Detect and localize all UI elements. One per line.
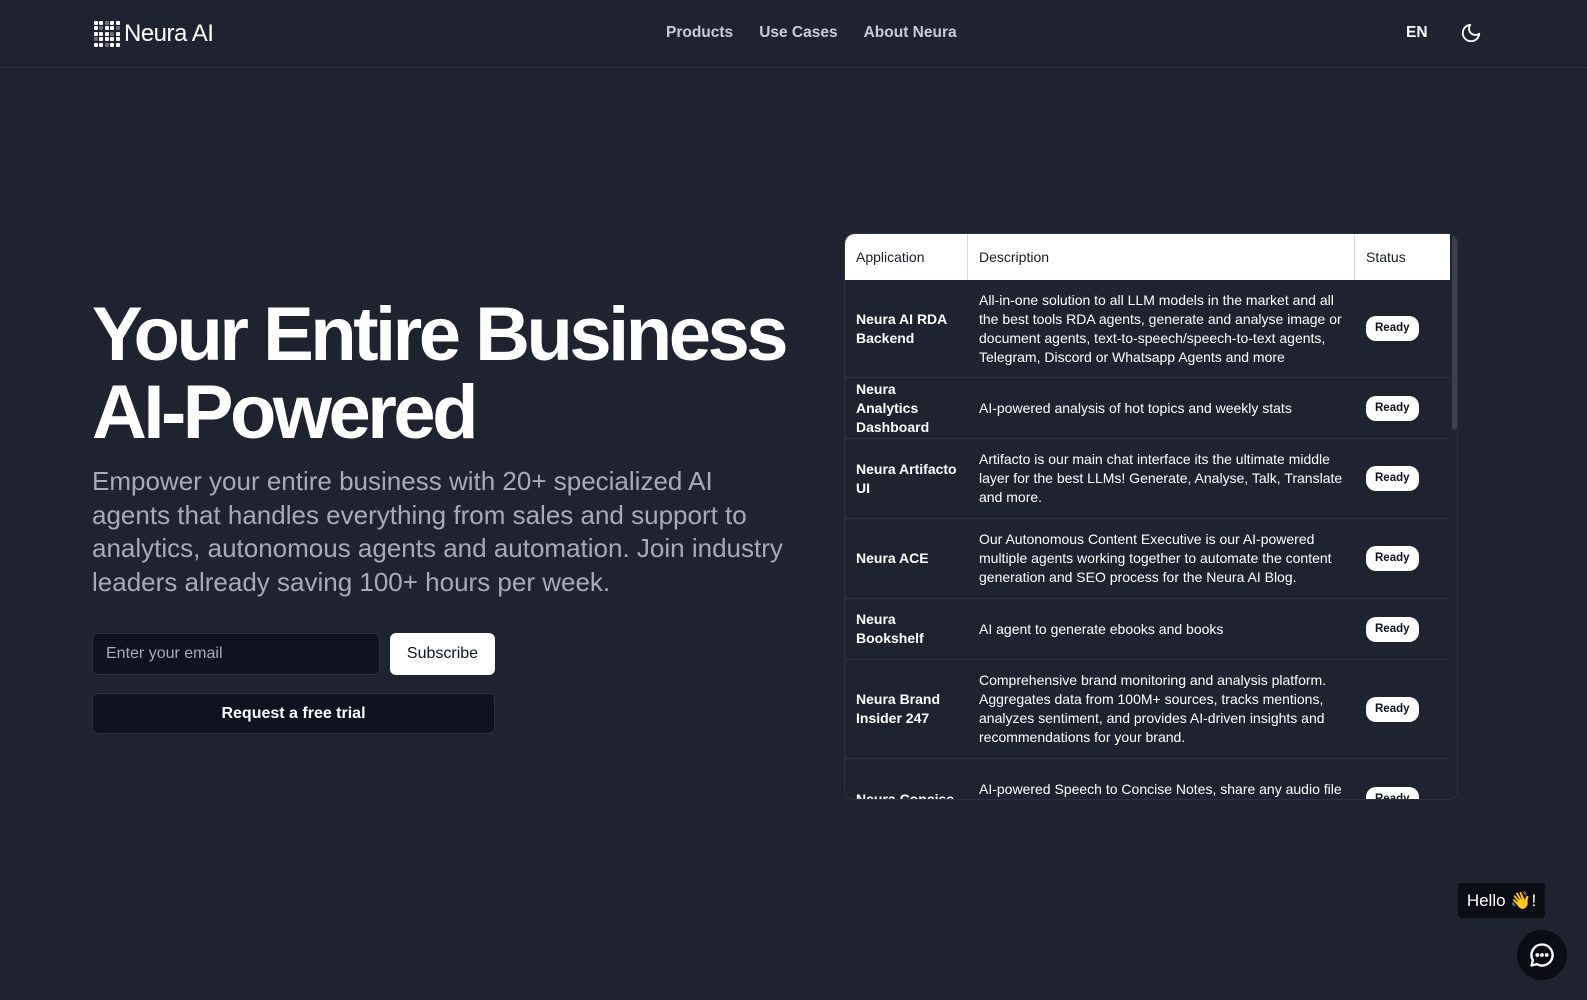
- hero-title: Your Entire Business AI-Powered: [92, 296, 812, 452]
- app-description: Artifacto is our main chat interface its…: [979, 451, 1343, 505]
- nav-about-neura[interactable]: About Neura: [864, 24, 957, 42]
- nav-use-cases[interactable]: Use Cases: [759, 24, 837, 42]
- app-name: Neura Concise: [856, 790, 955, 800]
- table-row: Neura Concise AI-powered Speech to Conci…: [845, 759, 1450, 800]
- status-cell: Ready: [1355, 660, 1450, 758]
- status-cell: Ready: [1355, 519, 1450, 598]
- request-trial-button[interactable]: Request a free trial: [92, 693, 495, 734]
- page: Neura AI Products Use Cases About Neura …: [0, 0, 1587, 1000]
- theme-toggle-button[interactable]: [1460, 22, 1482, 44]
- hero-subtitle: Empower your entire business with 20+ sp…: [92, 466, 783, 597]
- table-row: Neura Bookshelf AI agent to generate ebo…: [845, 599, 1450, 660]
- chat-launcher-button[interactable]: [1517, 930, 1567, 980]
- app-description: All-in-one solution to all LLM models in…: [979, 291, 1342, 365]
- status-badge: Ready: [1366, 395, 1419, 421]
- logo-text: Neura AI: [124, 20, 214, 47]
- table-row: Neura Analytics Dashboard AI-powered ana…: [845, 378, 1450, 439]
- app-name: Neura AI RDA Backend: [856, 310, 947, 346]
- applications-table[interactable]: Application Description Status Neura AI …: [844, 233, 1458, 800]
- app-name: Neura Brand Insider 247: [856, 691, 941, 726]
- app-description: AI-powered Speech to Concise Notes, shar…: [979, 781, 1342, 797]
- status-cell: Ready: [1355, 759, 1450, 799]
- nav-products[interactable]: Products: [666, 24, 733, 42]
- table-row: Neura Artifacto UI Artifacto is our main…: [845, 439, 1450, 519]
- email-input[interactable]: [92, 633, 380, 675]
- status-badge: Ready: [1366, 696, 1419, 722]
- header-description: Description: [968, 234, 1355, 280]
- chat-bubble-icon: [1530, 943, 1554, 967]
- table-row: Neura ACE Our Autonomous Content Executi…: [845, 519, 1450, 599]
- table-row: Neura Brand Insider 247 Comprehensive br…: [845, 660, 1450, 759]
- status-badge: Ready: [1366, 786, 1419, 799]
- table-body: Neura AI RDA Backend All-in-one solution…: [845, 280, 1450, 800]
- app-description: AI-powered analysis of hot topics and we…: [979, 399, 1292, 416]
- hero-title-line2: AI-Powered: [92, 370, 479, 455]
- app-name: Neura Artifacto UI: [856, 460, 957, 496]
- app-description: Comprehensive brand monitoring and analy…: [979, 672, 1327, 745]
- status-badge: Ready: [1366, 466, 1419, 491]
- logo[interactable]: Neura AI: [94, 20, 214, 48]
- status-cell: Ready: [1355, 439, 1450, 518]
- header-application: Application: [845, 234, 968, 280]
- chat-greeting-bubble[interactable]: Hello 👋!: [1458, 883, 1545, 918]
- moon-icon: [1461, 23, 1481, 43]
- subscribe-button[interactable]: Subscribe: [390, 633, 495, 675]
- site-header: Neura AI Products Use Cases About Neura …: [0, 0, 1587, 68]
- main-nav: Products Use Cases About Neura: [666, 24, 957, 42]
- status-cell: Ready: [1355, 378, 1450, 438]
- hero-title-line1: Your Entire Business: [92, 292, 789, 377]
- status-badge: Ready: [1366, 546, 1419, 571]
- status-cell: Ready: [1355, 280, 1450, 377]
- app-description: Our Autonomous Content Executive is our …: [979, 531, 1332, 585]
- status-badge: Ready: [1366, 616, 1419, 642]
- table-header: Application Description Status: [845, 234, 1450, 280]
- app-name: Neura Bookshelf: [856, 611, 924, 646]
- status-badge: Ready: [1366, 316, 1419, 341]
- app-name: Neura Analytics Dashboard: [856, 380, 930, 435]
- app-name: Neura ACE: [856, 550, 929, 566]
- language-selector[interactable]: EN: [1406, 24, 1428, 42]
- status-cell: Ready: [1355, 599, 1450, 659]
- table-row: Neura AI RDA Backend All-in-one solution…: [845, 280, 1450, 378]
- app-description: AI agent to generate ebooks and books: [979, 620, 1224, 637]
- table-scrollbar-thumb[interactable]: [1452, 236, 1457, 430]
- logo-grid-icon: [94, 21, 120, 47]
- header-status: Status: [1366, 249, 1406, 265]
